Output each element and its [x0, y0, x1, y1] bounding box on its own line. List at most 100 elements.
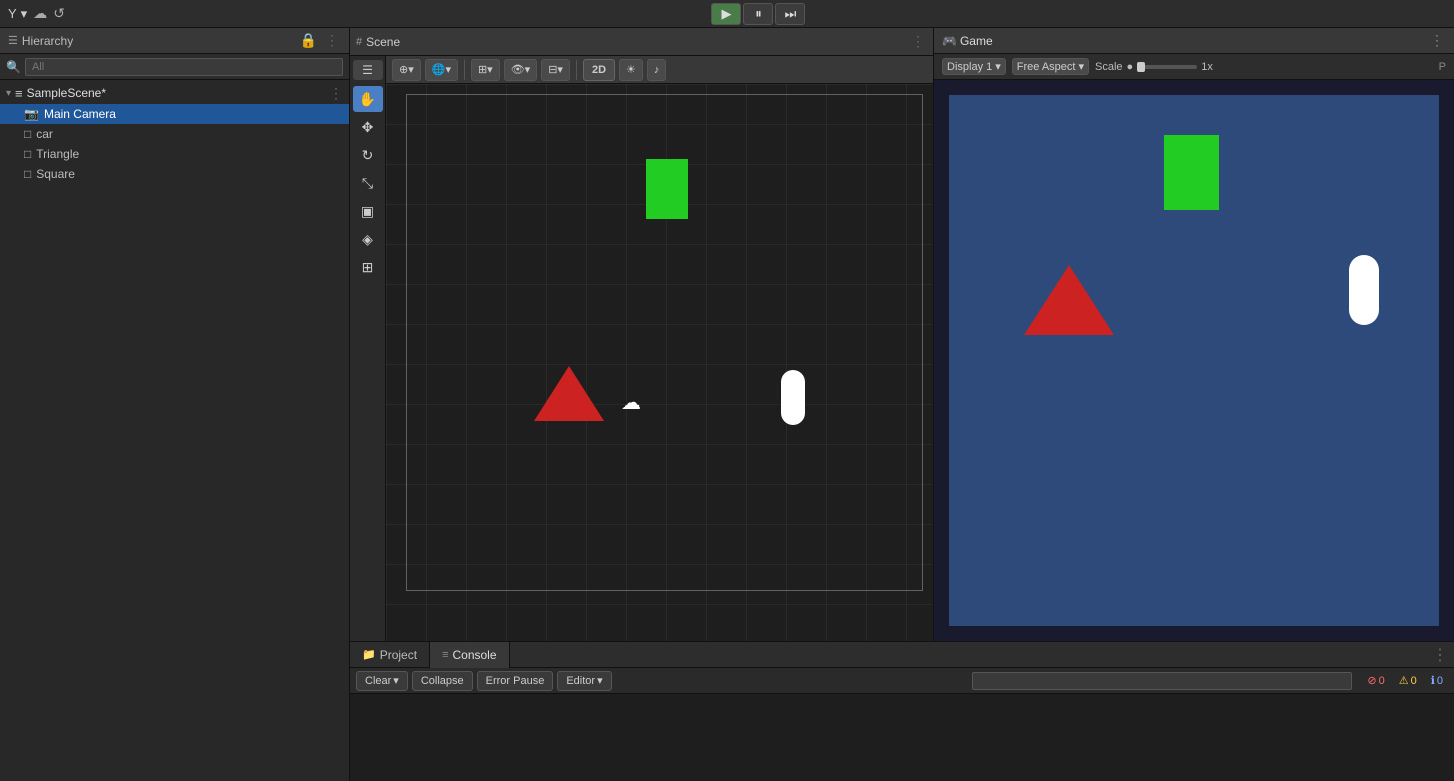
scene-expand-arrow: ▾: [6, 88, 11, 99]
search-icon: 🔍: [6, 60, 21, 74]
logo-dropdown-arrow[interactable]: ▾: [21, 6, 28, 22]
scale-dot: ●: [1127, 61, 1134, 73]
transport-controls: ▶ ⏸ ⏭: [711, 3, 805, 25]
visibility-button[interactable]: 👁▾: [504, 59, 538, 81]
rotate-tool-button[interactable]: ↻: [353, 142, 383, 168]
scene-red-triangle[interactable]: [534, 366, 604, 421]
display-select[interactable]: Display 1 ▾: [942, 58, 1006, 75]
top-bar: Y ▾ ☁ ↺ ▶ ⏸ ⏭: [0, 0, 1454, 28]
console-badges: ⊘ 0 ⚠ 0 ℹ 0: [1362, 673, 1448, 688]
square-icon: □: [24, 167, 31, 181]
aspect-chevron: ▾: [1078, 60, 1084, 73]
move-tool-button[interactable]: ✥: [353, 114, 383, 140]
scale-value: 1x: [1201, 61, 1213, 73]
error-count: 0: [1379, 675, 1385, 687]
scene-cloud[interactable]: ☁: [621, 390, 641, 415]
pause-button[interactable]: ⏸: [743, 3, 773, 25]
warning-icon: ⚠: [1399, 674, 1409, 687]
game-white-capsule: [1349, 255, 1379, 325]
collab-icon[interactable]: ↺: [53, 5, 65, 22]
game-panel: 🎮 Game ⋮ Display 1 ▾ Free Aspect ▾ Sc: [934, 28, 1454, 641]
audio-toggle-button[interactable]: ♪: [647, 59, 667, 81]
hierarchy-header: ☰ Hierarchy 🔒 ⋮: [0, 28, 349, 54]
car-label: car: [36, 127, 53, 141]
game-view[interactable]: [934, 80, 1454, 641]
scene-main-area: ☰ ✋ ✥ ↻ ⤡ ▣ ◈ ⊞ ⊕▾ 🌐▾ ⊞▾: [350, 56, 933, 641]
scene-kebab[interactable]: ⋮: [329, 85, 343, 102]
console-tab[interactable]: ≡ Console: [430, 642, 509, 668]
editor-button[interactable]: Editor ▾: [557, 671, 611, 691]
hierarchy-search-input[interactable]: [25, 58, 343, 76]
hierarchy-item-square[interactable]: □ Square: [0, 164, 349, 184]
hierarchy-icon: ☰: [8, 34, 18, 47]
custom-tool-button[interactable]: ◈: [353, 226, 383, 252]
layers-dropdown-button[interactable]: 🌐▾: [425, 59, 458, 81]
error-pause-button[interactable]: Error Pause: [477, 671, 554, 691]
hierarchy-item-main-camera[interactable]: 📷 Main Camera: [0, 104, 349, 124]
clear-button[interactable]: Clear ▾: [356, 671, 408, 691]
light-toggle-button[interactable]: ☀: [619, 59, 643, 81]
collapse-button[interactable]: Collapse: [412, 671, 473, 691]
scene-green-rect[interactable]: [646, 159, 688, 219]
rect-tool-button[interactable]: ▣: [353, 198, 383, 224]
warning-count: 0: [1411, 675, 1417, 687]
error-badge: ⊘ 0: [1362, 673, 1389, 688]
2d-toggle-button[interactable]: 2D: [583, 59, 615, 81]
scene-panel: # Scene ⋮ ☰ ✋ ✥ ↻ ⤡ ▣ ◈ ⊞: [350, 28, 934, 641]
step-button[interactable]: ⏭: [775, 3, 805, 25]
clear-arrow: ▾: [393, 674, 399, 687]
aspect-select[interactable]: Free Aspect ▾: [1012, 58, 1089, 75]
separator-2: [576, 60, 577, 80]
project-icon: 📁: [362, 648, 376, 661]
logo-y: Y: [8, 6, 17, 21]
hand-tool-button[interactable]: ✋: [353, 86, 383, 112]
scene-inner-toolbar: ⊕▾ 🌐▾ ⊞▾ 👁▾ ⊟▾ 2D ☀ ♪: [386, 56, 933, 84]
editor-arrow: ▾: [597, 674, 603, 687]
combo-tool-button[interactable]: ⊞: [353, 254, 383, 280]
cloud-icon[interactable]: ☁: [33, 5, 47, 22]
aspect-label: Free Aspect: [1017, 61, 1076, 73]
hierarchy-item-triangle[interactable]: □ Triangle: [0, 144, 349, 164]
hierarchy-search-bar: 🔍: [0, 54, 349, 80]
scene-kebab-button[interactable]: ⋮: [909, 33, 927, 50]
hierarchy-scene-item[interactable]: ▾ ≡ SampleScene* ⋮: [0, 82, 349, 104]
scene-game-row: # Scene ⋮ ☰ ✋ ✥ ↻ ⤡ ▣ ◈ ⊞: [350, 28, 1454, 641]
separator-1: [464, 60, 465, 80]
info-icon: ℹ: [1431, 674, 1435, 687]
hierarchy-kebab-button[interactable]: ⋮: [323, 32, 341, 49]
scene-toolbar: # Scene ⋮: [350, 28, 933, 56]
grid-button[interactable]: ⊞▾: [471, 59, 500, 81]
game-toolbar: Display 1 ▾ Free Aspect ▾ Scale ● 1x P: [934, 54, 1454, 80]
project-tab[interactable]: 📁 Project: [350, 642, 430, 668]
bottom-kebab[interactable]: ⋮: [1426, 645, 1454, 665]
game-green-rect: [1164, 135, 1219, 210]
hierarchy-list: ▾ ≡ SampleScene* ⋮ 📷 Main Camera □ car □…: [0, 80, 349, 781]
display-chevron: ▾: [995, 60, 1001, 73]
game-kebab-button[interactable]: ⋮: [1428, 32, 1446, 49]
scene-white-capsule[interactable]: [781, 370, 805, 425]
bottom-panel: 📁 Project ≡ Console ⋮ Clear ▾ Collapse E…: [350, 641, 1454, 781]
toolbox-drag-handle: ☰: [353, 60, 383, 80]
bottom-tabs: 📁 Project ≡ Console ⋮: [350, 642, 1454, 668]
play-button[interactable]: ▶: [711, 3, 741, 25]
p-label: P: [1439, 61, 1446, 73]
scene-view[interactable]: ☁: [386, 84, 933, 641]
console-search-input[interactable]: [972, 672, 1352, 690]
scale-slider[interactable]: [1137, 65, 1197, 69]
camera-icon: 📷: [24, 107, 39, 121]
scale-tool-button[interactable]: ⤡: [353, 170, 383, 196]
game-panel-title: Game: [960, 34, 993, 48]
hierarchy-lock-button[interactable]: 🔒: [298, 32, 319, 49]
display-label: Display 1: [947, 61, 992, 73]
main-layout: ☰ Hierarchy 🔒 ⋮ 🔍 ▾ ≡ SampleScene* ⋮ 📷 M…: [0, 28, 1454, 781]
scene-panel-icon: #: [356, 36, 362, 48]
hierarchy-item-car[interactable]: □ car: [0, 124, 349, 144]
console-icon: ≡: [442, 649, 448, 661]
scene-panel-title: Scene: [366, 35, 400, 49]
snap-button[interactable]: ⊟▾: [541, 59, 570, 81]
warning-badge: ⚠ 0: [1394, 673, 1422, 688]
info-badge: ℹ 0: [1426, 673, 1448, 688]
console-toolbar: Clear ▾ Collapse Error Pause Editor ▾ ⊘ …: [350, 668, 1454, 694]
error-icon: ⊘: [1367, 674, 1376, 687]
gizmo-dropdown-button[interactable]: ⊕▾: [392, 59, 421, 81]
